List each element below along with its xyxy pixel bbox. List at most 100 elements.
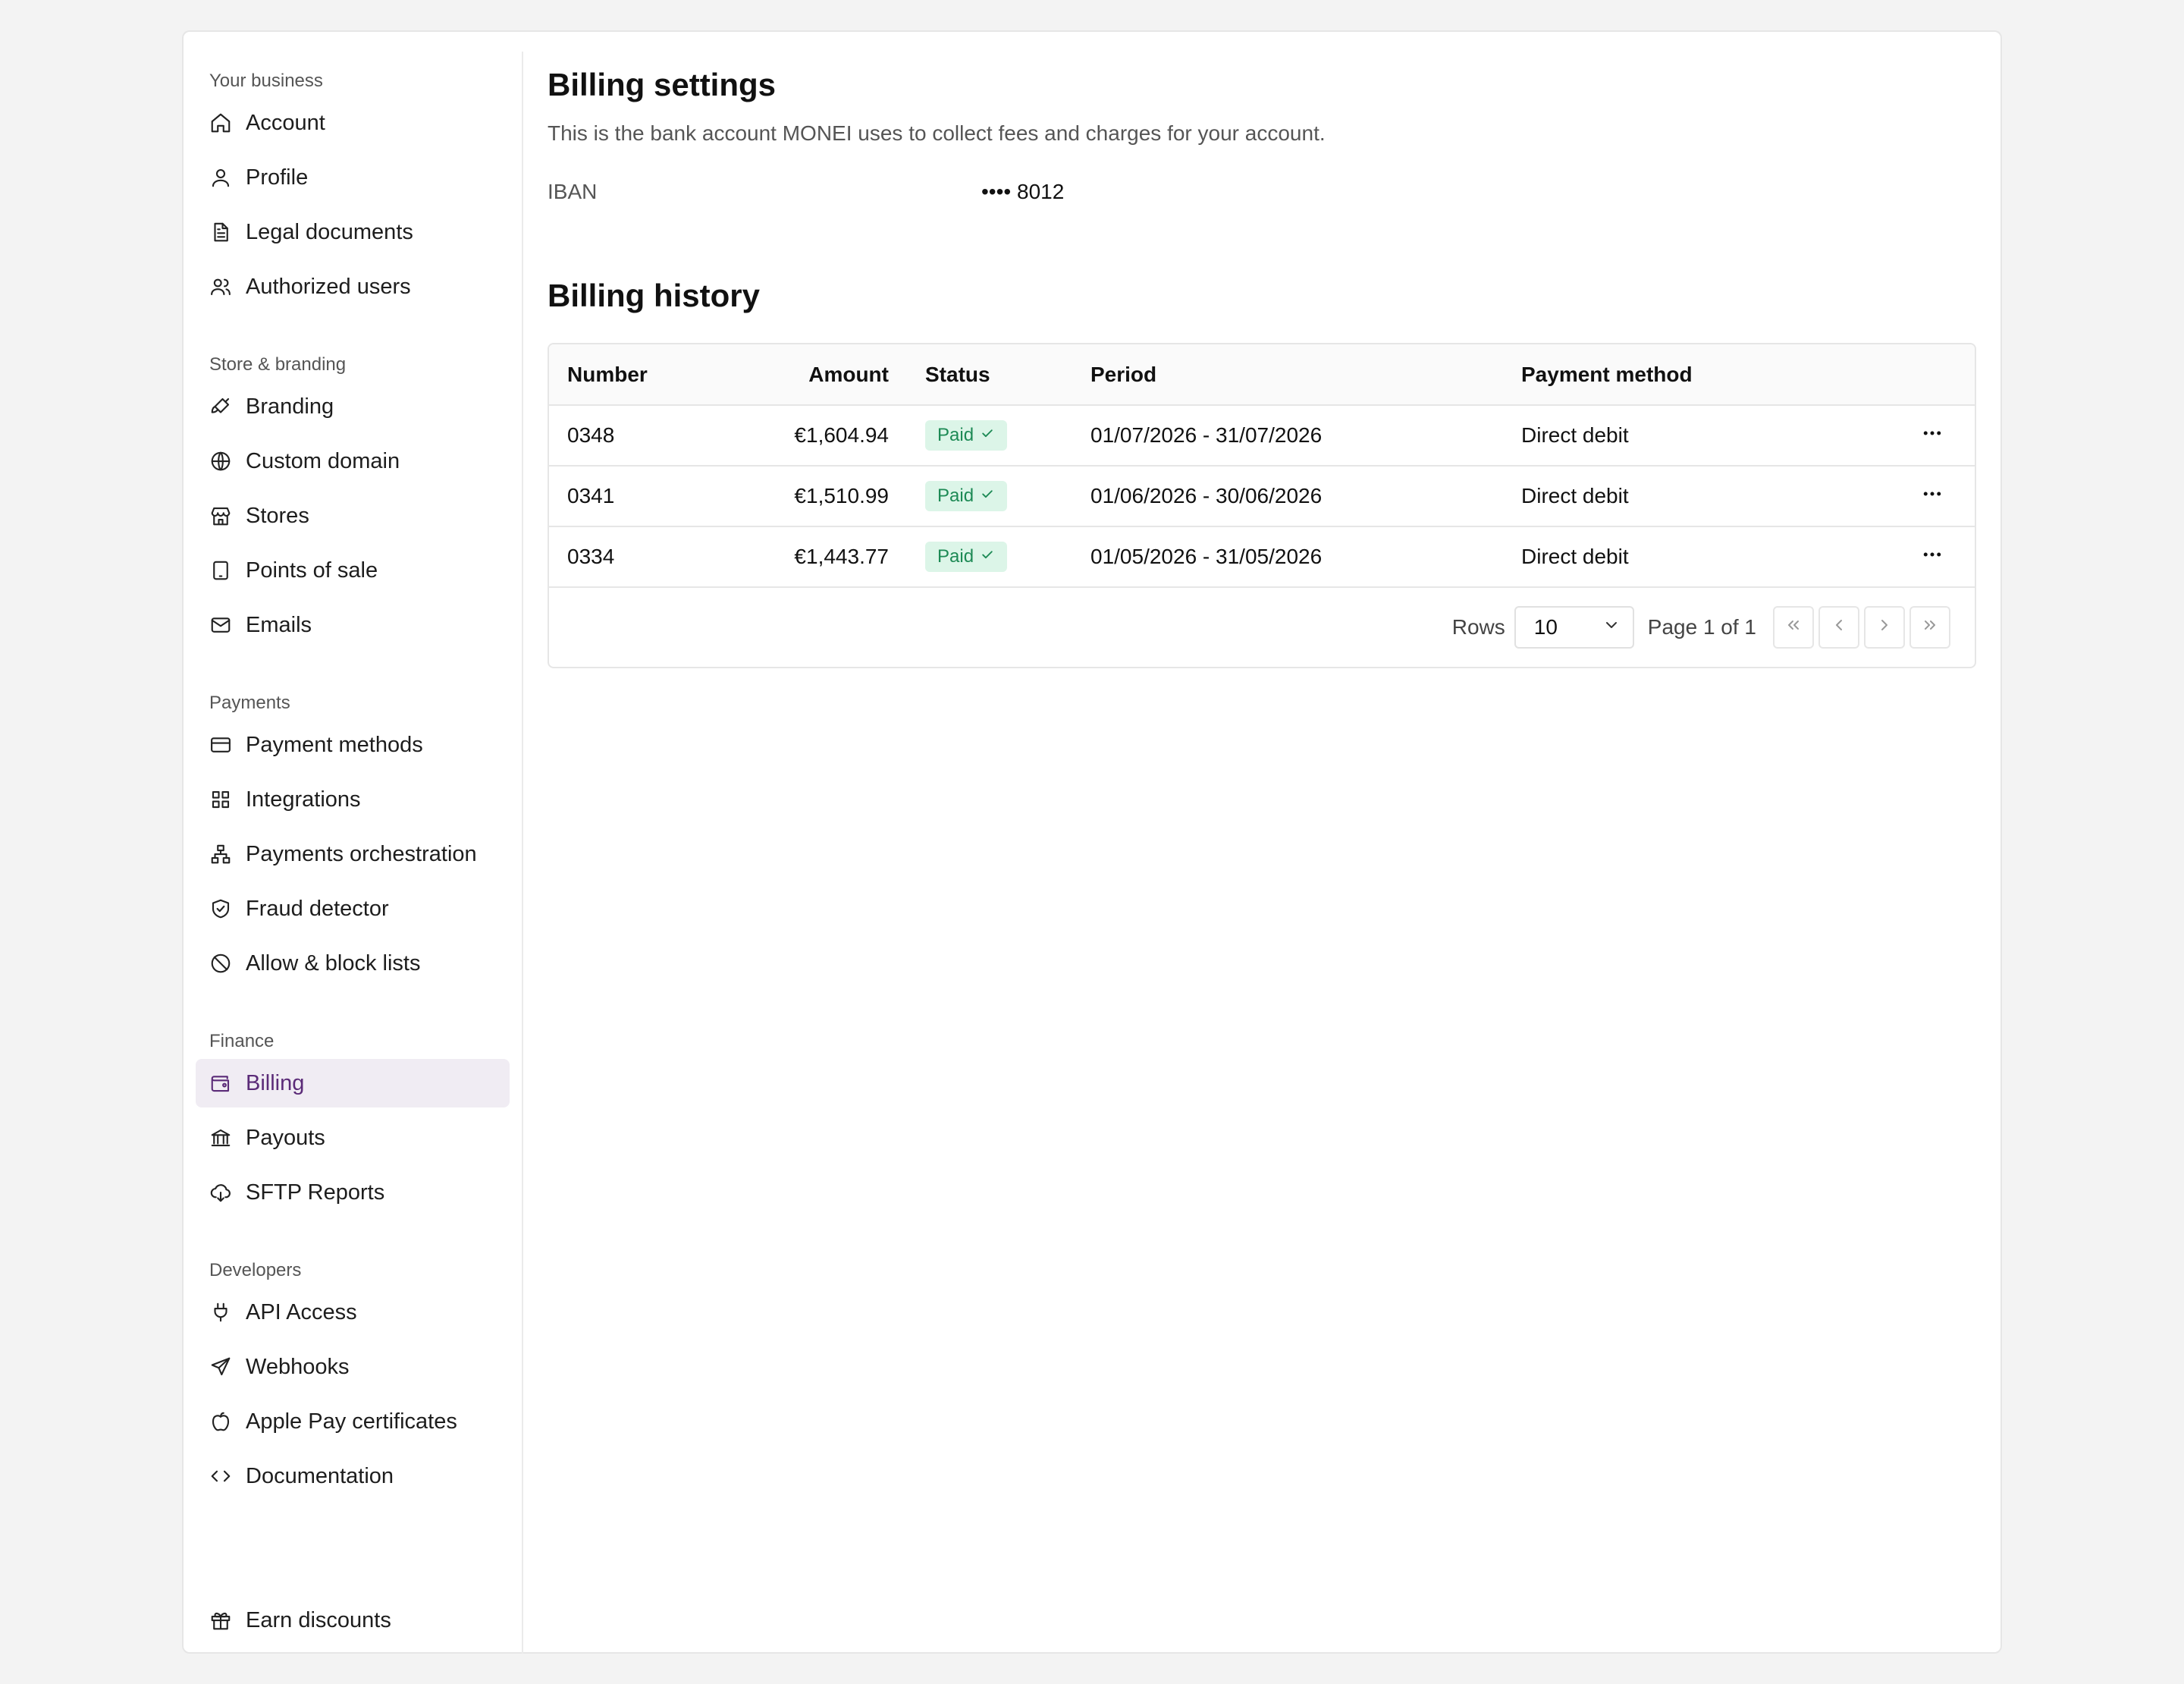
plug-icon [209,1301,232,1324]
column-header-payment-method: Payment method [1521,362,1693,386]
invoice-period: 01/06/2026 - 30/06/2026 [1090,484,1323,507]
sidebar-item-label: Apple Pay certificates [246,1409,457,1434]
row-actions-button[interactable] [1917,420,1947,451]
grid-icon [209,788,232,811]
status-badge: Paid [925,542,1008,572]
sidebar-item-label: Payment methods [246,732,423,757]
iban-value: •••• 8012 [981,180,1065,203]
globe-icon [209,450,232,473]
settings-card: Your business Account Profile Legal documen… [182,30,2002,1654]
sidebar-item-authorized-users[interactable]: Authorized users [196,262,510,311]
invoice-period: 01/05/2026 - 31/05/2026 [1090,545,1323,568]
sidebar-item-label: Authorized users [246,274,411,299]
sidebar-item-billing[interactable]: Billing [196,1059,510,1107]
row-actions-button[interactable] [1917,542,1947,572]
rows-per-page-select[interactable]: 10 [1514,606,1634,649]
user-icon [209,166,232,189]
sidebar-item-payouts[interactable]: Payouts [196,1114,510,1162]
sidebar-item-webhooks[interactable]: Webhooks [196,1343,510,1391]
status-badge: Paid [925,481,1008,511]
sidebar-section-finance: Finance Billing Payouts SFTP Reports [196,1024,510,1217]
cloud-download-icon [209,1181,232,1204]
more-horizontal-icon [1921,543,1944,571]
sidebar-item-label: Allow & block lists [246,950,421,976]
chevron-left-icon [1830,615,1848,639]
status-badge-label: Paid [937,485,974,506]
ban-icon [209,952,232,975]
sidebar-section-payments: Payments Payment methods Integrations Payme… [196,686,510,988]
sidebar-item-apple-pay-certificates[interactable]: Apple Pay certificates [196,1397,510,1446]
last-page-button[interactable] [1909,606,1950,649]
sidebar-item-label: Webhooks [246,1354,350,1379]
actions-cell [1870,466,1975,526]
sidebar-section-developers: Developers API Access Webhooks Apple Pay ce… [196,1253,510,1500]
column-header-status: Status [925,362,990,386]
code-icon [209,1465,232,1488]
users-icon [209,275,232,298]
chevron-right-icon [1875,615,1894,639]
sidebar-section-title: Store & branding [209,354,347,375]
sidebar-item-sftp-reports[interactable]: SFTP Reports [196,1168,510,1217]
sidebar-item-custom-domain[interactable]: Custom domain [196,437,510,485]
sidebar-item-label: SFTP Reports [246,1180,385,1205]
actions-cell [1870,526,1975,587]
sidebar-item-account[interactable]: Account [196,99,510,147]
main-content: Billing settings This is the bank accoun… [523,32,2000,1652]
column-header-actions [1870,344,1975,405]
sidebar-item-api-access[interactable]: API Access [196,1288,510,1337]
first-page-button[interactable] [1773,606,1814,649]
sidebar-item-branding[interactable]: Branding [196,382,510,431]
mail-icon [209,614,232,636]
invoice-number: 0334 [567,545,615,568]
page-indicator: Page 1 of 1 [1647,615,1756,639]
previous-page-button[interactable] [1818,606,1859,649]
home-icon [209,112,232,134]
sidebar-item-profile[interactable]: Profile [196,153,510,202]
row-actions-button[interactable] [1917,481,1947,511]
actions-cell [1870,405,1975,466]
credit-card-icon [209,734,232,756]
wallet-icon [209,1072,232,1095]
sidebar-item-fraud-detector[interactable]: Fraud detector [196,884,510,933]
rows-per-page-value: 10 [1533,615,1558,639]
tablet-icon [209,559,232,582]
sidebar-item-allow-and-block-lists[interactable]: Allow & block lists [196,939,510,988]
sidebar-item-payment-methods[interactable]: Payment methods [196,721,510,769]
table-header-row: Number Amount Status Period Payment meth… [549,344,1975,405]
sidebar-item-label: Stores [246,503,309,528]
check-icon [974,425,995,446]
sidebar-item-label: Emails [246,612,312,637]
status-cell: Paid [907,405,1090,466]
more-horizontal-icon [1921,422,1944,450]
sidebar-item-legal-documents[interactable]: Legal documents [196,208,510,256]
pagination: Rows 10 Page 1 of 1 [549,588,1975,667]
sidebar: Your business Account Profile Legal documen… [184,52,523,1654]
table-row: 0334 €1,443.77 Paid 01/05/2026 - 31/05/2026… [549,526,1975,587]
sidebar-item-label: API Access [246,1299,357,1324]
invoice-number: 0348 [567,423,615,447]
next-page-button[interactable] [1864,606,1905,649]
sidebar-item-earn-discounts[interactable]: Earn discounts [196,1596,510,1645]
column-header-period: Period [1090,362,1157,386]
sidebar-item-label: Account [246,110,325,135]
invoice-amount: €1,604.94 [794,423,889,447]
chevrons-left-icon [1784,615,1803,639]
table-row: 0348 €1,604.94 Paid 01/07/2026 - 31/07/2026… [549,405,1975,466]
sidebar-section-title: Finance [209,1031,275,1051]
billing-settings-title: Billing settings [548,67,777,102]
sidebar-item-payments-orchestration[interactable]: Payments orchestration [196,830,510,878]
rows-per-page-label: Rows [1451,615,1505,639]
sidebar-item-emails[interactable]: Emails [196,601,510,649]
billing-history-table: Number Amount Status Period Payment meth… [548,343,1976,668]
sidebar-section-title: Developers [209,1260,302,1280]
invoice-amount: €1,510.99 [794,484,889,507]
sidebar-item-integrations[interactable]: Integrations [196,775,510,824]
sidebar-item-points-of-sale[interactable]: Points of sale [196,546,510,595]
invoice-number: 0341 [567,484,615,507]
sidebar-item-stores[interactable]: Stores [196,492,510,540]
sidebar-section-title: Payments [209,693,290,713]
sidebar-item-label: Payments orchestration [246,841,477,866]
sidebar-item-documentation[interactable]: Documentation [196,1452,510,1500]
payment-method: Direct debit [1521,484,1629,507]
column-header-number: Number [567,362,648,386]
